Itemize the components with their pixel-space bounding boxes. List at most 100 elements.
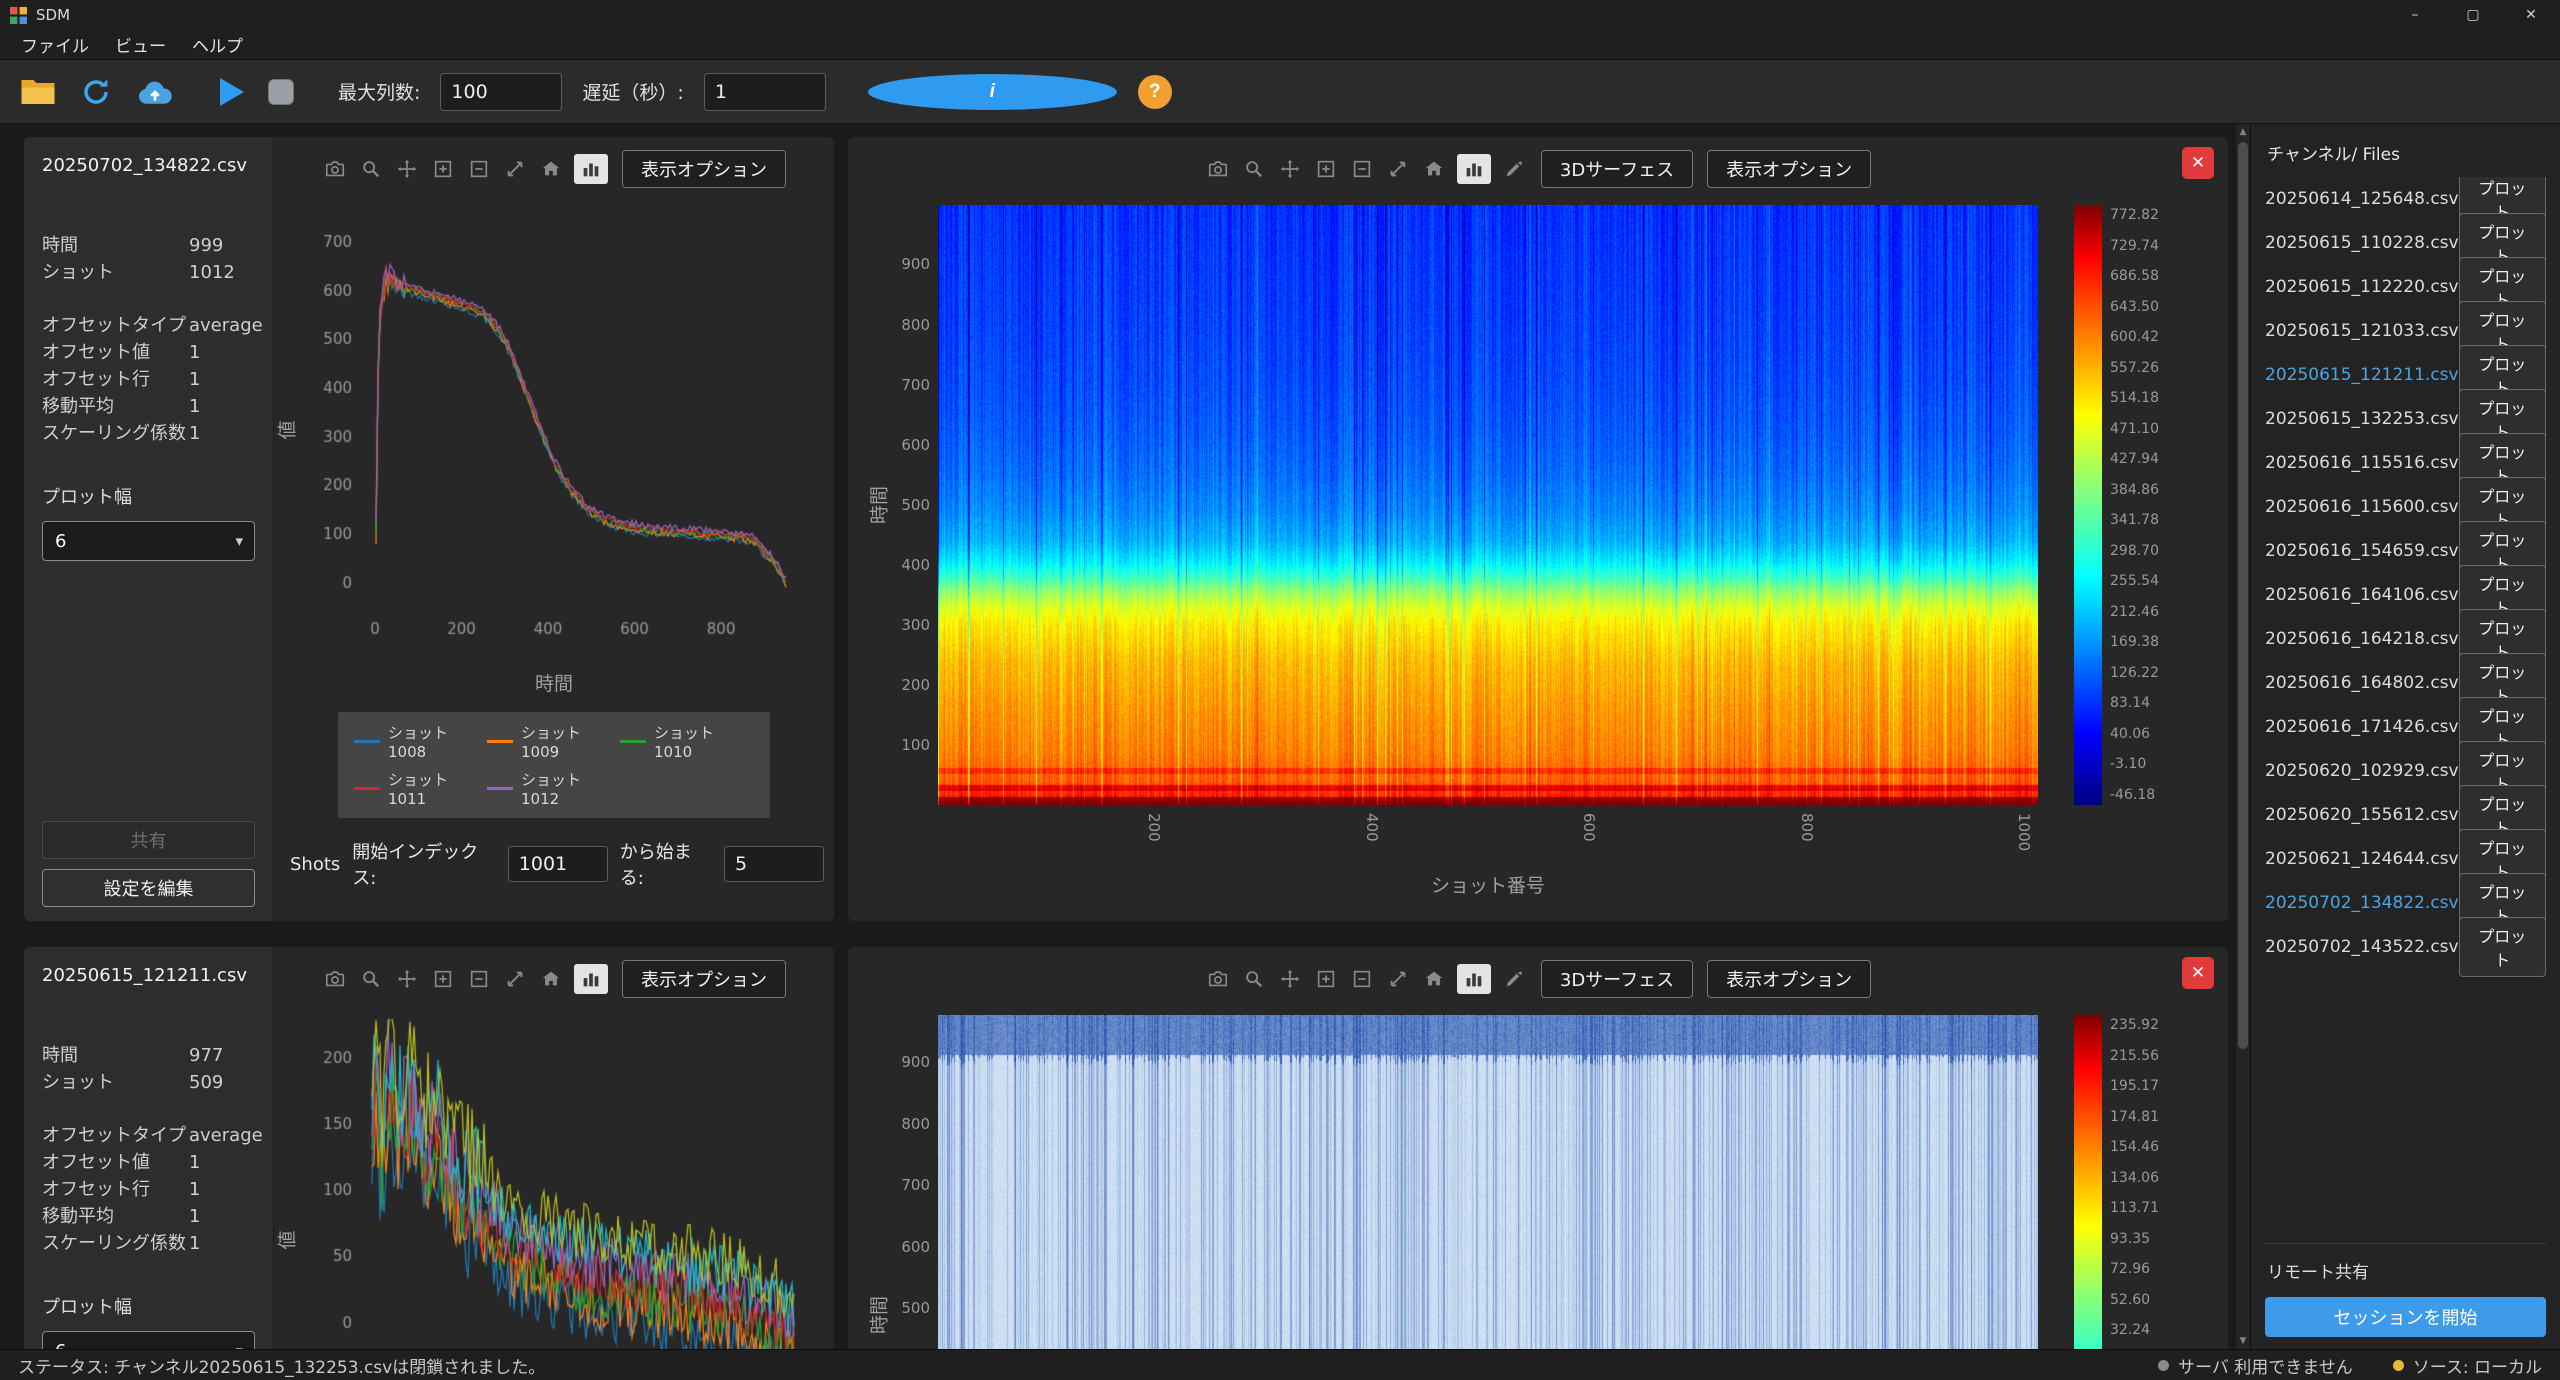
line-chart-canvas[interactable]: [284, 193, 824, 663]
file-name[interactable]: 20250615_121211.csv: [2265, 365, 2459, 385]
file-name[interactable]: 20250614_125648.csv: [2265, 189, 2459, 209]
camera-icon[interactable]: [322, 966, 348, 992]
bars-icon[interactable]: [1457, 964, 1491, 994]
draw-icon[interactable]: [1501, 966, 1527, 992]
zoom-in-icon[interactable]: [430, 156, 456, 182]
file-name[interactable]: 20250616_164802.csv: [2265, 673, 2459, 693]
bars-icon[interactable]: [574, 964, 608, 994]
scroll-down-icon[interactable]: ▼: [2240, 1333, 2247, 1349]
file-name[interactable]: 20250615_132253.csv: [2265, 409, 2459, 429]
home-icon[interactable]: [1421, 966, 1447, 992]
max-columns-input[interactable]: [440, 73, 562, 111]
minimize-icon[interactable]: –: [2386, 0, 2444, 30]
menu-item-2[interactable]: ヘルプ: [179, 29, 256, 60]
zoom-icon[interactable]: [358, 966, 384, 992]
zoom-in-icon[interactable]: [1313, 966, 1339, 992]
heatmap-canvas[interactable]: [938, 1015, 2038, 1349]
zoom-in-icon[interactable]: [1313, 156, 1339, 182]
scrollbar-thumb[interactable]: [2238, 142, 2248, 1049]
file-name[interactable]: 20250616_171426.csv: [2265, 717, 2459, 737]
file-name[interactable]: 20250621_124644.csv: [2265, 849, 2459, 869]
legend-item[interactable]: ショット 1009: [487, 722, 620, 761]
help-button[interactable]: ?: [1138, 75, 1172, 109]
zoom-out-icon[interactable]: [466, 156, 492, 182]
close-heatmap-button[interactable]: ✕: [2182, 147, 2214, 179]
file-name[interactable]: 20250615_121033.csv: [2265, 321, 2459, 341]
bars-icon[interactable]: [574, 154, 608, 184]
display-options-button[interactable]: 表示オプション: [1707, 960, 1871, 998]
zoom-out-icon[interactable]: [1349, 966, 1375, 992]
display-options-button[interactable]: 表示オプション: [622, 150, 786, 188]
file-name[interactable]: 20250702_143522.csv: [2265, 937, 2459, 957]
zoom-out-icon[interactable]: [466, 966, 492, 992]
open-folder-button[interactable]: [18, 75, 58, 109]
file-name[interactable]: 20250616_164106.csv: [2265, 585, 2459, 605]
shots-count-input[interactable]: [724, 846, 824, 882]
legend-item[interactable]: ショット 1011: [354, 769, 487, 808]
legend-item[interactable]: ショット 1008: [354, 722, 487, 761]
draw-icon[interactable]: [1501, 156, 1527, 182]
edit-settings-button[interactable]: 設定を編集: [42, 869, 255, 907]
file-name[interactable]: 20250615_112220.csv: [2265, 277, 2459, 297]
scroll-up-icon[interactable]: ▲: [2240, 124, 2247, 140]
plot-button[interactable]: プロット: [2459, 917, 2546, 977]
close-icon[interactable]: ✕: [2502, 0, 2560, 30]
file-name[interactable]: 20250616_154659.csv: [2265, 541, 2459, 561]
zoom-icon[interactable]: [358, 156, 384, 182]
file-name[interactable]: 20250702_134822.csv: [2265, 893, 2459, 913]
menu-item-0[interactable]: ファイル: [8, 29, 102, 60]
cloud-upload-button[interactable]: [134, 75, 176, 109]
play-button[interactable]: [218, 76, 246, 108]
zoom-icon[interactable]: [1241, 156, 1267, 182]
share-button[interactable]: 共有: [42, 821, 255, 859]
vertical-scrollbar[interactable]: ▲ ▼: [2236, 124, 2250, 1349]
plot-width-select[interactable]: 6: [42, 1331, 255, 1349]
legend-item[interactable]: ショット 1010: [620, 722, 753, 761]
pan-icon[interactable]: [1277, 966, 1303, 992]
home-icon[interactable]: [1421, 156, 1447, 182]
file-name[interactable]: 20250620_155612.csv: [2265, 805, 2459, 825]
zoom-icon[interactable]: [1241, 966, 1267, 992]
camera-icon[interactable]: [1205, 156, 1231, 182]
line-chart-canvas[interactable]: [284, 1003, 824, 1349]
file-name[interactable]: 20250616_164218.csv: [2265, 629, 2459, 649]
autoscale-icon[interactable]: [1385, 966, 1411, 992]
heatmap-canvas[interactable]: [938, 205, 2038, 805]
stat-label: 時間: [42, 1042, 189, 1069]
camera-icon[interactable]: [322, 156, 348, 182]
maximize-icon[interactable]: ▢: [2444, 0, 2502, 30]
home-icon[interactable]: [538, 156, 564, 182]
file-name[interactable]: 20250620_102929.csv: [2265, 761, 2459, 781]
bars-icon[interactable]: [1457, 154, 1491, 184]
delay-input[interactable]: [704, 73, 826, 111]
autoscale-icon[interactable]: [502, 966, 528, 992]
refresh-button[interactable]: [78, 74, 114, 110]
shots-start-input[interactable]: [508, 846, 608, 882]
surface-3d-button[interactable]: 3Dサーフェス: [1541, 150, 1693, 188]
legend-item[interactable]: ショット 1012: [487, 769, 620, 808]
plot-width-select[interactable]: 6: [42, 521, 255, 561]
stop-button[interactable]: [266, 77, 296, 107]
start-session-button[interactable]: セッションを開始: [2265, 1297, 2546, 1337]
pan-icon[interactable]: [394, 966, 420, 992]
home-icon[interactable]: [538, 966, 564, 992]
zoom-in-icon[interactable]: [430, 966, 456, 992]
scrollbar-track[interactable]: [2236, 140, 2250, 1333]
file-name[interactable]: 20250616_115516.csv: [2265, 453, 2459, 473]
close-heatmap-button[interactable]: ✕: [2182, 957, 2214, 989]
autoscale-icon[interactable]: [1385, 156, 1411, 182]
zoom-out-icon[interactable]: [1349, 156, 1375, 182]
stat-label: 移動平均: [42, 1203, 189, 1230]
display-options-button[interactable]: 表示オプション: [622, 960, 786, 998]
file-name[interactable]: 20250616_115600.csv: [2265, 497, 2459, 517]
pan-icon[interactable]: [394, 156, 420, 182]
pan-icon[interactable]: [1277, 156, 1303, 182]
surface-3d-button[interactable]: 3Dサーフェス: [1541, 960, 1693, 998]
autoscale-icon[interactable]: [502, 156, 528, 182]
file-name[interactable]: 20250615_110228.csv: [2265, 233, 2459, 253]
statusbar: ステータス: チャンネル20250615_132253.csvは閉鎖されました。…: [0, 1349, 2560, 1380]
menu-item-1[interactable]: ビュー: [102, 29, 179, 60]
display-options-button[interactable]: 表示オプション: [1707, 150, 1871, 188]
info-button[interactable]: i: [868, 74, 1118, 110]
camera-icon[interactable]: [1205, 966, 1231, 992]
